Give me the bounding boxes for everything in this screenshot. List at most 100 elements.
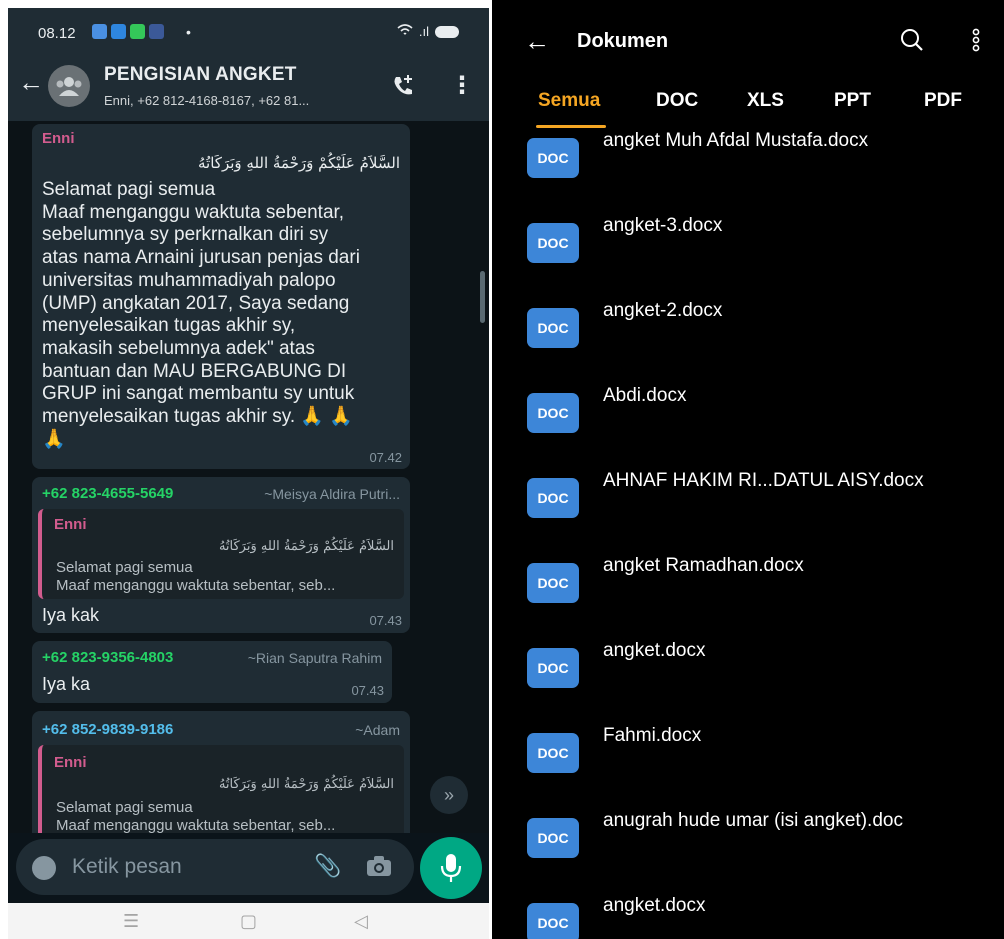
- group-avatar-icon[interactable]: [48, 65, 90, 107]
- message-time: 07.43: [369, 613, 402, 628]
- file-item[interactable]: DOC anugrah hude umar (isi angket).doc: [492, 808, 1004, 893]
- doc-file-icon: DOC: [527, 223, 579, 263]
- quoted-message[interactable]: Enni السَّلاَمُ عَلَيْكُمْ وَرَحْمَةُ ال…: [38, 745, 404, 833]
- file-name: AHNAF HAKIM RI...DATUL AISY.docx: [603, 470, 924, 491]
- message-bubble[interactable]: +62 823-9356-4803 ~Rian Saputra Rahim Iy…: [32, 641, 392, 703]
- quoted-message[interactable]: Enni السَّلاَمُ عَلَيْكُمْ وَرَحْمَةُ ال…: [38, 509, 404, 599]
- quoted-arabic: السَّلاَمُ عَلَيْكُمْ وَرَحْمَةُ اللهِ و…: [218, 777, 394, 792]
- doc-file-icon: DOC: [527, 563, 579, 603]
- file-name: angket-2.docx: [603, 300, 723, 321]
- message-placeholder[interactable]: Ketik pesan: [72, 855, 182, 879]
- quoted-arabic: السَّلاَمُ عَلَيْكُمْ وَرَحْمَةُ اللهِ و…: [218, 539, 394, 554]
- message-sender: +62 823-9356-4803: [42, 649, 174, 666]
- doc-file-icon: DOC: [527, 733, 579, 773]
- app-icon: [111, 24, 126, 39]
- file-item[interactable]: DOC angket-2.docx: [492, 298, 1004, 383]
- quoted-sender: Enni: [54, 754, 87, 771]
- file-item[interactable]: DOC angket.docx: [492, 893, 1004, 939]
- file-name: Abdi.docx: [603, 385, 687, 406]
- file-item[interactable]: DOC angket.docx: [492, 638, 1004, 723]
- scrollbar-handle[interactable]: [480, 271, 485, 323]
- status-time: 08.12: [38, 25, 76, 42]
- file-name: angket-3.docx: [603, 215, 723, 236]
- tab-xls[interactable]: XLS: [747, 90, 784, 112]
- message-line: menyelesaikan tugas akhir sy. 🙏 🙏: [42, 406, 353, 428]
- camera-icon[interactable]: [366, 855, 392, 882]
- doc-file-icon: DOC: [527, 138, 579, 178]
- message-sender: +62 823-4655-5649: [42, 485, 174, 502]
- message-icon: [130, 24, 145, 39]
- message-sender: +62 852-9839-9186: [42, 721, 174, 738]
- menu-icon[interactable]: ⋮: [450, 71, 474, 100]
- chat-area[interactable]: Enni السَّلاَمُ عَلَيْكُمْ وَرَحْمَةُ ال…: [8, 121, 489, 833]
- home-icon[interactable]: ▢: [240, 911, 257, 932]
- message-line: menyelesaikan tugas akhir sy,: [42, 315, 296, 337]
- doc-file-icon: DOC: [527, 818, 579, 858]
- file-item[interactable]: DOC Abdi.docx: [492, 383, 1004, 468]
- message-bubble[interactable]: +62 823-4655-5649 ~Meisya Aldira Putri..…: [32, 477, 410, 633]
- quoted-line: Maaf menganggu waktuta sebentar, seb...: [56, 817, 336, 833]
- tab-pdf[interactable]: PDF: [924, 90, 962, 112]
- group-title[interactable]: PENGISIAN ANGKET: [104, 64, 297, 86]
- message-line: (UMP) angkatan 2017, Saya sedang: [42, 292, 350, 314]
- message-line: makasih sebelumnya adek" atas: [42, 337, 315, 359]
- status-dot: •: [186, 24, 191, 40]
- documents-header: ← Dokumen: [492, 0, 1004, 80]
- emoji-icon[interactable]: [32, 856, 56, 880]
- back-arrow-icon[interactable]: ←: [524, 26, 550, 57]
- file-list[interactable]: DOC angket Muh Afdal Mustafa.docx DOC an…: [492, 130, 1004, 939]
- quoted-line: Maaf menganggu waktuta sebentar, seb...: [56, 577, 336, 594]
- chat-header[interactable]: ← PENGISIAN ANGKET Enni, +62 812-4168-81…: [8, 53, 489, 121]
- message-bubble[interactable]: +62 852-9839-9186 ~Adam Enni السَّلاَمُ …: [32, 711, 410, 833]
- back-arrow-icon[interactable]: ←: [18, 67, 44, 98]
- gallery-icon: [92, 24, 107, 39]
- search-icon[interactable]: [900, 28, 924, 57]
- scroll-down-icon[interactable]: »: [430, 776, 468, 814]
- message-sender: Enni: [42, 130, 75, 147]
- message-line: bantuan dan MAU BERGABUNG DI: [42, 360, 347, 382]
- quoted-sender: Enni: [54, 516, 87, 533]
- group-members[interactable]: Enni, +62 812-4168-8167, +62 81...: [104, 93, 309, 108]
- tab-ppt[interactable]: PPT: [834, 90, 871, 112]
- file-name: angket Muh Afdal Mustafa.docx: [603, 130, 869, 151]
- notification-icons: [92, 24, 164, 39]
- file-name: anugrah hude umar (isi angket).doc: [603, 810, 903, 831]
- active-tab-indicator: [536, 125, 606, 128]
- file-item[interactable]: DOC angket Ramadhan.docx: [492, 553, 1004, 638]
- file-item[interactable]: DOC Fahmi.docx: [492, 723, 1004, 808]
- back-triangle-icon[interactable]: ◁: [354, 911, 368, 932]
- quoted-line: Selamat pagi semua: [56, 799, 193, 816]
- file-item[interactable]: DOC angket-3.docx: [492, 213, 1004, 298]
- message-line: GRUP ini sangat membantu sy untuk: [42, 383, 355, 405]
- message-text: Iya kak: [42, 605, 100, 625]
- tab-doc[interactable]: DOC: [656, 90, 698, 112]
- file-item[interactable]: DOC AHNAF HAKIM RI...DATUL AISY.docx: [492, 468, 1004, 553]
- message-line: sebelumnya sy perkrnalkan diri sy: [42, 224, 329, 246]
- more-options-icon[interactable]: [972, 28, 980, 57]
- doc-file-icon: DOC: [527, 393, 579, 433]
- message-time: 07.43: [351, 683, 384, 698]
- add-call-icon[interactable]: [390, 73, 416, 104]
- message-composer: Ketik pesan 📎: [8, 833, 489, 903]
- attach-icon[interactable]: 📎: [314, 853, 341, 879]
- doc-file-icon: DOC: [527, 903, 579, 939]
- doc-file-icon: DOC: [527, 648, 579, 688]
- file-type-tabs: Semua DOC XLS PPT PDF: [492, 80, 1004, 130]
- message-push-name: ~Adam: [355, 722, 400, 738]
- recents-icon[interactable]: ☰: [123, 911, 139, 932]
- documents-screen: ← Dokumen Semua DOC XLS PPT PDF DOC angk…: [492, 0, 1004, 939]
- message-push-name: ~Meisya Aldira Putri...: [264, 486, 400, 502]
- quoted-line: Selamat pagi semua: [56, 559, 193, 576]
- signal-icon: .ıl: [418, 24, 429, 39]
- mic-button[interactable]: [420, 837, 482, 899]
- android-nav-bar: ☰ ▢ ◁: [8, 903, 489, 939]
- file-name: angket Ramadhan.docx: [603, 555, 804, 576]
- message-time: 07.42: [369, 450, 402, 465]
- battery-icon: [435, 25, 459, 38]
- wifi-icon: [397, 24, 413, 39]
- message-bubble[interactable]: Enni السَّلاَمُ عَلَيْكُمْ وَرَحْمَةُ ال…: [32, 124, 410, 469]
- doc-file-icon: DOC: [527, 478, 579, 518]
- file-item[interactable]: DOC angket Muh Afdal Mustafa.docx: [492, 130, 1004, 213]
- tab-semua[interactable]: Semua: [538, 90, 600, 112]
- message-input[interactable]: Ketik pesan 📎: [16, 839, 414, 895]
